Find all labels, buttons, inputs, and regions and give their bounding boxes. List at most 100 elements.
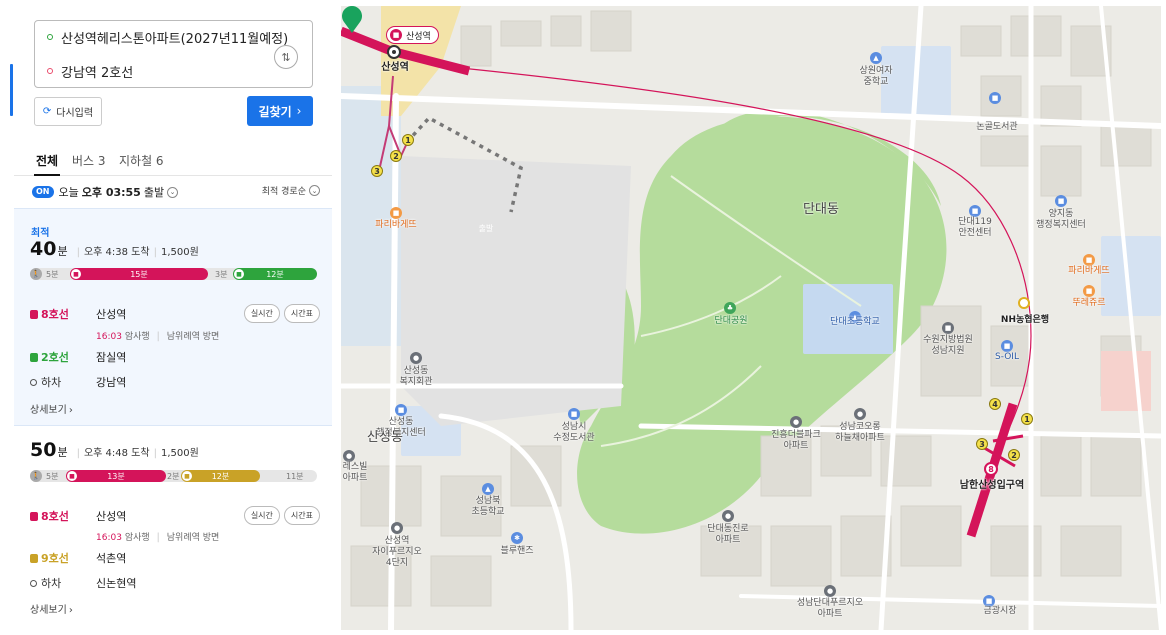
sort-select[interactable]: 최적 경로순 ⌄ xyxy=(262,184,320,197)
route-summary: 40 분 | 오후 4:38 도착 | 1,500원 xyxy=(30,238,199,260)
chevron-down-icon[interactable]: ⌄ xyxy=(167,186,179,198)
minutes-unit: 분 xyxy=(57,245,68,258)
map-label-nongol-library: 논골도서관 xyxy=(976,122,1018,132)
apartment-icon[interactable]: ● xyxy=(790,416,802,428)
map-label-nh-bank: NH농협은행 xyxy=(1000,315,1050,325)
timetable-button[interactable]: 시간표 xyxy=(283,304,320,323)
exit-8-marker[interactable]: 8 xyxy=(985,463,997,475)
divider: | xyxy=(156,532,160,543)
result-tabs: 전체 버스 3 지하철 6 xyxy=(14,144,332,176)
exit-1-marker[interactable]: 1 xyxy=(402,134,414,146)
fare: 1,500원 xyxy=(160,448,199,459)
bakery-icon[interactable]: ■ xyxy=(390,207,402,219)
bakery-icon[interactable]: ■ xyxy=(1083,254,1095,266)
destination-field[interactable]: 강남역 2호선 xyxy=(47,61,133,81)
government-icon[interactable]: ■ xyxy=(1055,195,1067,207)
apartment-icon[interactable]: ● xyxy=(343,450,355,462)
station-marker-sanseong[interactable]: ■ 산성역 xyxy=(386,26,439,44)
park-icon[interactable]: ♣ xyxy=(724,302,736,314)
depart-suffix: 출발 xyxy=(143,186,165,199)
library-icon[interactable]: ■ xyxy=(568,408,580,420)
exit-3-marker[interactable]: 3 xyxy=(371,165,383,177)
gas-station-icon[interactable]: ■ xyxy=(1001,340,1013,352)
building-icon[interactable]: ● xyxy=(410,352,422,364)
step-alight: 하차 신논현역 xyxy=(30,575,320,591)
route-map[interactable]: ■ 산성역 출발 1 2 3 1 2 3 4 8 ● ▲ ■ ■ ■ ■ ■ ■… xyxy=(341,6,1161,630)
step-board: 8호선 산성역 실시간 시간표 xyxy=(30,304,320,323)
realtime-button[interactable]: 실시간 xyxy=(243,506,280,525)
search-route-label: 길찾기 xyxy=(258,104,292,119)
destination-dot-icon xyxy=(47,68,53,74)
map-label-namhansanseong-station: 남한산성입구역 xyxy=(959,480,1025,491)
alight-text: 하차 xyxy=(41,577,62,590)
map-label-dandae-jinro-apt: 단대동진로 아파트 xyxy=(707,524,749,545)
alight-label: 하차 xyxy=(30,374,96,390)
tab-subway[interactable]: 지하철 6 xyxy=(119,152,164,169)
tab-bus[interactable]: 버스 3 xyxy=(72,152,106,169)
detail-link[interactable]: 상세보기 › xyxy=(30,401,73,416)
apartment-icon[interactable]: ● xyxy=(722,510,734,522)
search-route-button[interactable]: 길찾기 › xyxy=(247,96,313,126)
on-badge[interactable]: ON xyxy=(32,186,54,198)
departure-pin-icon[interactable] xyxy=(341,6,363,34)
step-board: 8호선 산성역 실시간 시간표 xyxy=(30,506,320,525)
apartment-icon[interactable]: ● xyxy=(824,585,836,597)
arrival-time: 오후 4:38 도착 xyxy=(83,247,150,258)
origin-dot-icon xyxy=(47,34,53,40)
route-card-1[interactable]: 최적 40 분 | 오후 4:38 도착 | 1,500원 🚶 5분 ■ 15분… xyxy=(14,208,332,426)
sort-chevron-down-icon: ⌄ xyxy=(309,185,320,196)
fire-station-icon[interactable]: ■ xyxy=(969,205,981,217)
walk-duration: 5분 xyxy=(46,270,59,279)
map-label-dandae-prugio: 성남단대푸르지오 아파트 xyxy=(796,598,864,619)
origin-field[interactable]: 산성역헤리스톤아파트(2027년11월예정) xyxy=(47,27,288,47)
map-label-s-oil: S-OIL xyxy=(995,352,1019,362)
school-icon[interactable]: ▲ xyxy=(870,52,882,64)
bakery-icon[interactable]: ■ xyxy=(1083,285,1095,297)
exit-3-marker-namhan[interactable]: 3 xyxy=(976,438,988,450)
route-card-2[interactable]: 50 분 | 오후 4:48 도착 | 1,500원 🚶 5분 ■ 13분 2분… xyxy=(14,428,332,628)
tab-all[interactable]: 전체 xyxy=(36,152,58,169)
exit-4-marker-namhan[interactable]: 4 xyxy=(989,398,1001,410)
active-tab-indicator xyxy=(34,174,60,176)
route-segment-bar: 🚶 5분 ■ 15분 3분 ■ 12분 xyxy=(30,268,317,280)
realtime-button[interactable]: 실시간 xyxy=(243,304,280,323)
line-name: 9호선 xyxy=(41,552,69,565)
subway-icon: ■ xyxy=(71,269,81,279)
detail-link[interactable]: 상세보기 › xyxy=(30,601,73,616)
arrival-time: 오후 4:48 도착 xyxy=(83,448,150,459)
school-icon[interactable]: ▲ xyxy=(482,483,494,495)
subway-icon xyxy=(30,309,38,319)
station-name: 강남역 xyxy=(96,376,127,389)
map-label-sujeong-library: 성남시 수정도서관 xyxy=(553,422,595,443)
best-route-label: 최적 xyxy=(31,228,50,239)
exit-2-marker[interactable]: 2 xyxy=(390,150,402,162)
station-name: 잠실역 xyxy=(96,351,127,364)
map-label-xi-prugio: 산성역 자이푸르지오 4단지 xyxy=(372,536,422,568)
timetable-button[interactable]: 시간표 xyxy=(283,506,320,525)
step-alight: 하차 강남역 xyxy=(30,374,320,390)
apartment-icon[interactable]: ● xyxy=(854,408,866,420)
reset-button[interactable]: ⟳ 다시입력 xyxy=(34,97,102,126)
departure-time-row[interactable]: ON 오늘 오후 03:55 출발 ⌄ 최적 경로순 ⌄ xyxy=(32,182,320,202)
map-label-yangji-office: 양지동 행정복지센터 xyxy=(1036,209,1086,230)
reset-label: 다시입력 xyxy=(56,108,94,119)
line-name: 8호선 xyxy=(41,308,69,321)
map-label-dandae-elementary: 단대초등학교 xyxy=(830,317,880,327)
swap-icon[interactable]: ⇅ xyxy=(274,45,298,69)
government-icon[interactable]: ■ xyxy=(395,404,407,416)
library-icon[interactable]: ■ xyxy=(989,92,1001,104)
chevron-right-icon: › xyxy=(68,605,73,616)
map-label-dandae-dong: 단대동 xyxy=(803,202,839,217)
car-repair-icon[interactable]: ✱ xyxy=(511,532,523,544)
route-input-box: 산성역헤리스톤아파트(2027년11월예정) 강남역 2호선 ⇅ xyxy=(34,20,313,88)
apartment-icon[interactable]: ● xyxy=(391,522,403,534)
origin-text: 산성역헤리스톤아파트(2027년11월예정) xyxy=(61,31,289,47)
line-label: 9호선 xyxy=(30,550,96,566)
station-marker-label: 산성역 xyxy=(406,31,431,42)
panel-accent-bar xyxy=(10,64,13,116)
court-icon[interactable]: ■ xyxy=(942,322,954,334)
map-label-sanseong-station: 산성역 xyxy=(381,62,409,73)
exit-2-marker-namhan[interactable]: 2 xyxy=(1008,449,1020,461)
exit-1-marker-namhan[interactable]: 1 xyxy=(1021,413,1033,425)
map-label-girls-middle: 상원여자 중학교 xyxy=(859,66,893,87)
